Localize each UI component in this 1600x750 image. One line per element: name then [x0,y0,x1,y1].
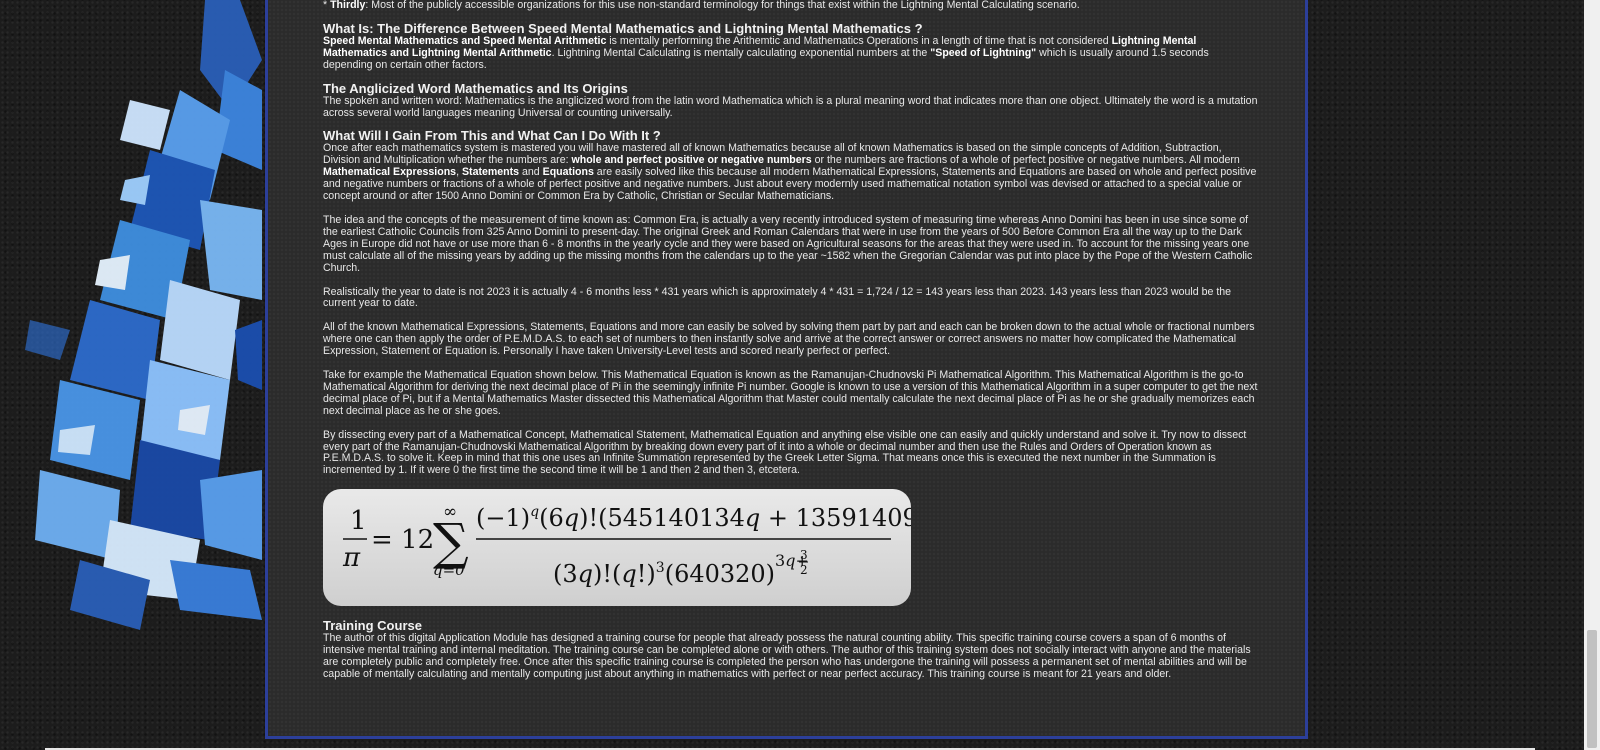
heading-gain: What Will I Gain From This and What Can … [323,128,661,144]
text-span: . Lightning Mental Calculating is mental… [551,46,931,59]
text-span: is mentally performing the Arithemtic an… [606,34,1112,47]
formula-exp-frac-num: 3 [800,548,808,562]
page-scrollbar[interactable] [1584,0,1600,750]
thirdly-text: : Most of the publicly accessible organi… [365,0,1080,11]
section-training: Training Course The author of this digit… [323,618,1258,681]
section-anglicized: The Anglicized Word Mathematics and Its … [323,81,1258,120]
scrollbar-thumb[interactable] [1587,630,1597,748]
heading-difference: What Is: The Difference Between Speed Me… [323,20,923,36]
bold-speed-of-lightning: "Speed of Lightning" [930,46,1037,59]
heading-training: Training Course [323,618,422,634]
paragraph-gain-4: All of the known Mathematical Expression… [323,321,1255,358]
formula-lhs-numerator: 1 [350,506,367,536]
blue-shattered-glass-artwork [25,0,262,630]
paragraph-gain-1: Once after each mathematics system is ma… [323,143,1258,203]
formula-numerator: (−1)q(6q)!(545140134q + 13591409) [476,504,911,532]
formula-denominator: (3q)!(q!)3(640320)3q+ [553,551,809,588]
formula-lhs-denominator: π [342,543,361,573]
text-span: and [519,166,543,179]
bold-equations: Equations [542,166,594,179]
paragraph-training: The author of this digital Application M… [323,632,1251,680]
section-difference: What Is: The Difference Between Speed Me… [323,21,1258,72]
paragraph-gain-5: Take for example the Mathematical Equati… [323,369,1258,417]
bold-speed-mental: Speed Mental Mathematics and Speed Menta… [323,34,607,47]
bold-whole-numbers: whole and perfect positive or negative n… [571,154,812,167]
paragraph-gain-6: By dissecting every part of a Mathematic… [323,428,1247,477]
formula-sum-lower: q=0 [433,561,465,579]
bold-statements: Statements [461,166,520,179]
thirdly-label: Thirdly [330,0,366,11]
article-content: * Thirdly: Most of the publicly accessib… [323,0,1258,681]
heading-anglicized: The Anglicized Word Mathematics and Its … [323,80,628,96]
text-span: or the numbers are fractions of a whole … [811,154,1240,167]
formula-equals-coefficient: = 12 [371,525,434,555]
paragraph-thirdly: * Thirdly: Most of the publicly accessib… [323,0,1258,12]
section-gain: What Will I Gain From This and What Can … [323,128,1258,477]
paragraph-gain-3: Realistically the year to date is not 20… [323,285,1232,310]
content-panel: * Thirdly: Most of the publicly accessib… [265,0,1308,739]
paragraph-gain-2: The idea and the concepts of the measure… [323,213,1253,274]
bold-expressions: Mathematical Expressions [323,166,457,179]
paragraph-difference: Speed Mental Mathematics and Speed Menta… [323,34,1258,72]
formula-exp-frac-den: 2 [800,563,808,577]
paragraph-anglicized: The spoken and written word: Mathematics… [323,94,1258,119]
ramanujan-chudnovski-formula: 1 π = 12 ∞ ∑ q=0 (−1)q(6q)!(545140134q +… [323,489,911,607]
